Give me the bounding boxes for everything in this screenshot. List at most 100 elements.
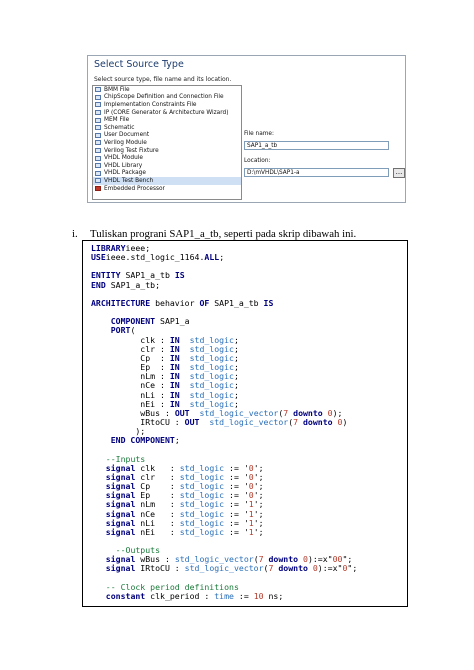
code-line: constant clk_period : time := 10 ns; [91, 591, 283, 601]
instruction-caption: i. Tuliskan prograni SAP1_a_tb, seperti p… [72, 228, 356, 240]
source-type-label: IP (CORE Generator & Architecture Wizard… [104, 109, 229, 116]
code-token: SAP1_a [155, 316, 190, 327]
code-token: IS [174, 270, 185, 281]
code-token: ARCHITECTURE [91, 297, 151, 308]
source-type-item[interactable]: IP (CORE Generator & Architecture Wizard… [93, 109, 241, 117]
source-type-item[interactable]: VHDL Package [93, 170, 241, 178]
code-token: '; [253, 526, 264, 537]
file-type-icon [95, 102, 101, 108]
code-line: signal IRtoCU : std_logic_vector(7 downt… [91, 563, 357, 573]
caption-text: Tuliskan prograni SAP1_a_tb, seperti pad… [90, 228, 357, 240]
source-type-list[interactable]: BMM File ChipScope Definition and Connect… [92, 85, 242, 200]
file-name-field[interactable]: SAP1_a_tb [244, 141, 389, 150]
code-token: USE [91, 252, 106, 263]
code-token: std_logic [179, 526, 225, 537]
select-source-type-dialog: Select Source Type Select source type, f… [87, 55, 406, 203]
code-token: := ' [224, 526, 249, 537]
location-label: Location: [244, 158, 271, 164]
source-type-item[interactable]: Verilog Module [93, 139, 241, 147]
source-type-label: VHDL Package [104, 170, 146, 177]
code-token: ) [342, 416, 348, 427]
file-type-icon [95, 94, 101, 100]
code-token: END [91, 279, 106, 290]
file-type-icon [95, 132, 101, 138]
code-token: ns; [263, 590, 284, 601]
code-token: constant [105, 590, 146, 601]
code-token: ; [219, 252, 225, 263]
code-token: :=x" [322, 563, 343, 574]
code-line: ARCHITECTURE behavior OF SAP1_a_tb IS [91, 298, 273, 308]
file-type-icon [95, 87, 101, 93]
code-token: downto [273, 563, 313, 574]
code-token: OUT [184, 416, 200, 427]
code-token: behavior [150, 297, 200, 308]
file-name-label: File name: [244, 131, 274, 137]
location-field[interactable]: D:\mVHDL\SAP1-a [244, 168, 389, 177]
code-token: SAP1_a_tb; [105, 279, 161, 290]
source-type-label: MEM File [104, 117, 130, 124]
source-type-item[interactable]: User Document [93, 132, 241, 140]
source-type-item[interactable]: Embedded Processor [93, 185, 241, 193]
source-type-label: Embedded Processor [104, 185, 165, 192]
code-token: IS [263, 297, 274, 308]
source-type-item[interactable]: VHDL Module [93, 154, 241, 162]
source-type-label: Implementation Constraints File [104, 101, 197, 108]
source-type-item[interactable]: Implementation Constraints File [93, 101, 241, 109]
source-type-item[interactable]: Schematic [93, 124, 241, 132]
source-type-label: ChipScope Definition and Connection File [104, 94, 224, 101]
code-line: USEieee.std_logic_1164.ALL; [91, 252, 224, 262]
source-type-label: Verilog Test Fixture [104, 147, 159, 154]
source-type-item[interactable]: BMM File [93, 86, 241, 94]
source-type-item[interactable]: VHDL Library [93, 162, 241, 170]
code-token: "; [347, 563, 358, 574]
code-line: END SAP1_a_tb; [91, 280, 160, 290]
code-token: ALL [204, 252, 220, 263]
code-token: signal [105, 563, 136, 574]
dialog-subtitle: Select source type, file name and its lo… [94, 76, 232, 83]
code-token: downto [298, 416, 338, 427]
code-token: ; [174, 435, 180, 446]
source-type-label: VHDL Library [104, 162, 143, 169]
code-token: IRtoCU : [135, 563, 185, 574]
source-type-item[interactable]: MEM File [93, 116, 241, 124]
code-token: OF [199, 297, 210, 308]
code-token: nEi : [135, 526, 180, 537]
code-token: signal [105, 526, 136, 537]
code-token: END COMPONENT [110, 435, 175, 446]
browse-button[interactable]: ... [393, 168, 405, 178]
code-token: std_logic_vector [184, 563, 264, 574]
file-type-icon [95, 117, 101, 123]
dialog-title: Select Source Type [94, 59, 184, 70]
code-token: clk_period : [145, 590, 215, 601]
file-type-icon [95, 140, 101, 146]
code-token: std_logic_vector [199, 416, 289, 427]
file-type-icon [95, 163, 101, 169]
code-token: 10 [253, 590, 264, 601]
source-type-label: VHDL Module [104, 155, 143, 162]
file-type-icon [95, 186, 101, 192]
code-line: signal nEi : std_logic := '1'; [91, 527, 264, 537]
file-type-icon [95, 125, 101, 131]
file-type-icon [95, 178, 101, 184]
source-type-item[interactable]: Verilog Test Fixture [93, 147, 241, 155]
vhdl-code: LIBRARYieee; USEieee.std_logic_1164.ALL;… [91, 243, 357, 601]
file-type-icon [95, 110, 101, 116]
file-type-icon [95, 170, 101, 176]
source-type-item[interactable]: VHDL Test Bench [93, 177, 241, 185]
source-type-label: Schematic [104, 124, 135, 131]
file-type-icon [95, 148, 101, 154]
code-line: END COMPONENT; [91, 435, 180, 445]
code-listing-box: LIBRARYieee; USEieee.std_logic_1164.ALL;… [82, 240, 408, 607]
code-token: ieee.std_logic_1164. [105, 252, 205, 263]
source-type-label: BMM File [104, 86, 130, 93]
source-type-item[interactable]: ChipScope Definition and Connection File [93, 94, 241, 102]
source-type-label: Verilog Module [104, 139, 147, 146]
source-type-label: User Document [104, 132, 150, 139]
code-token: time [214, 590, 234, 601]
code-token: := [233, 590, 254, 601]
source-type-label: VHDL Test Bench [104, 177, 154, 184]
